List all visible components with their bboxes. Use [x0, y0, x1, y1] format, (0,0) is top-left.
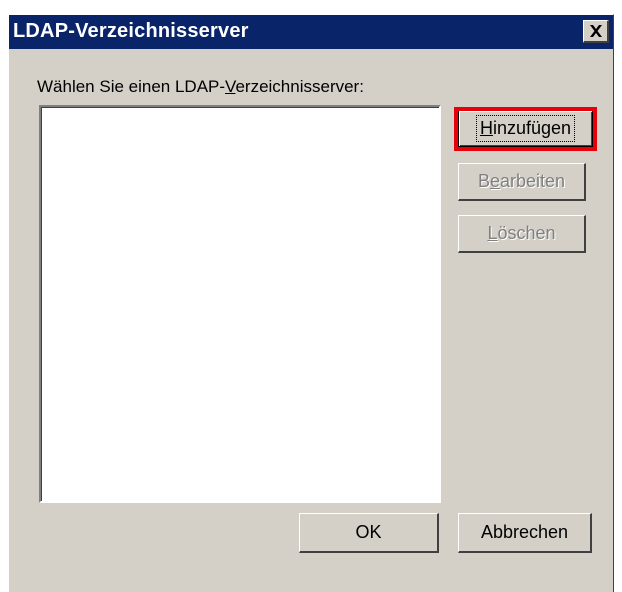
ldap-server-dialog: LDAP-Verzeichnisserver Wählen Sie einen … — [8, 14, 614, 592]
edit-button-label: Bearbeiten — [477, 171, 566, 191]
close-icon — [590, 25, 602, 37]
delete-button-label: Löschen — [487, 223, 556, 243]
ldap-server-list[interactable] — [39, 105, 441, 503]
add-button-label: Hinzufügen — [475, 115, 576, 142]
title-bar: LDAP-Verzeichnisserver — [9, 15, 613, 49]
delete-button[interactable]: Löschen — [458, 215, 586, 253]
server-list-label: Wählen Sie einen LDAP-Verzeichnisserver: — [37, 77, 364, 96]
add-button[interactable]: Hinzufügen — [458, 110, 593, 147]
dialog-title: LDAP-Verzeichnisserver — [13, 20, 249, 42]
close-button[interactable] — [583, 20, 609, 43]
cancel-button[interactable]: Abbrechen — [458, 513, 592, 553]
ok-button[interactable]: OK — [299, 513, 439, 553]
edit-button[interactable]: Bearbeiten — [458, 163, 586, 201]
